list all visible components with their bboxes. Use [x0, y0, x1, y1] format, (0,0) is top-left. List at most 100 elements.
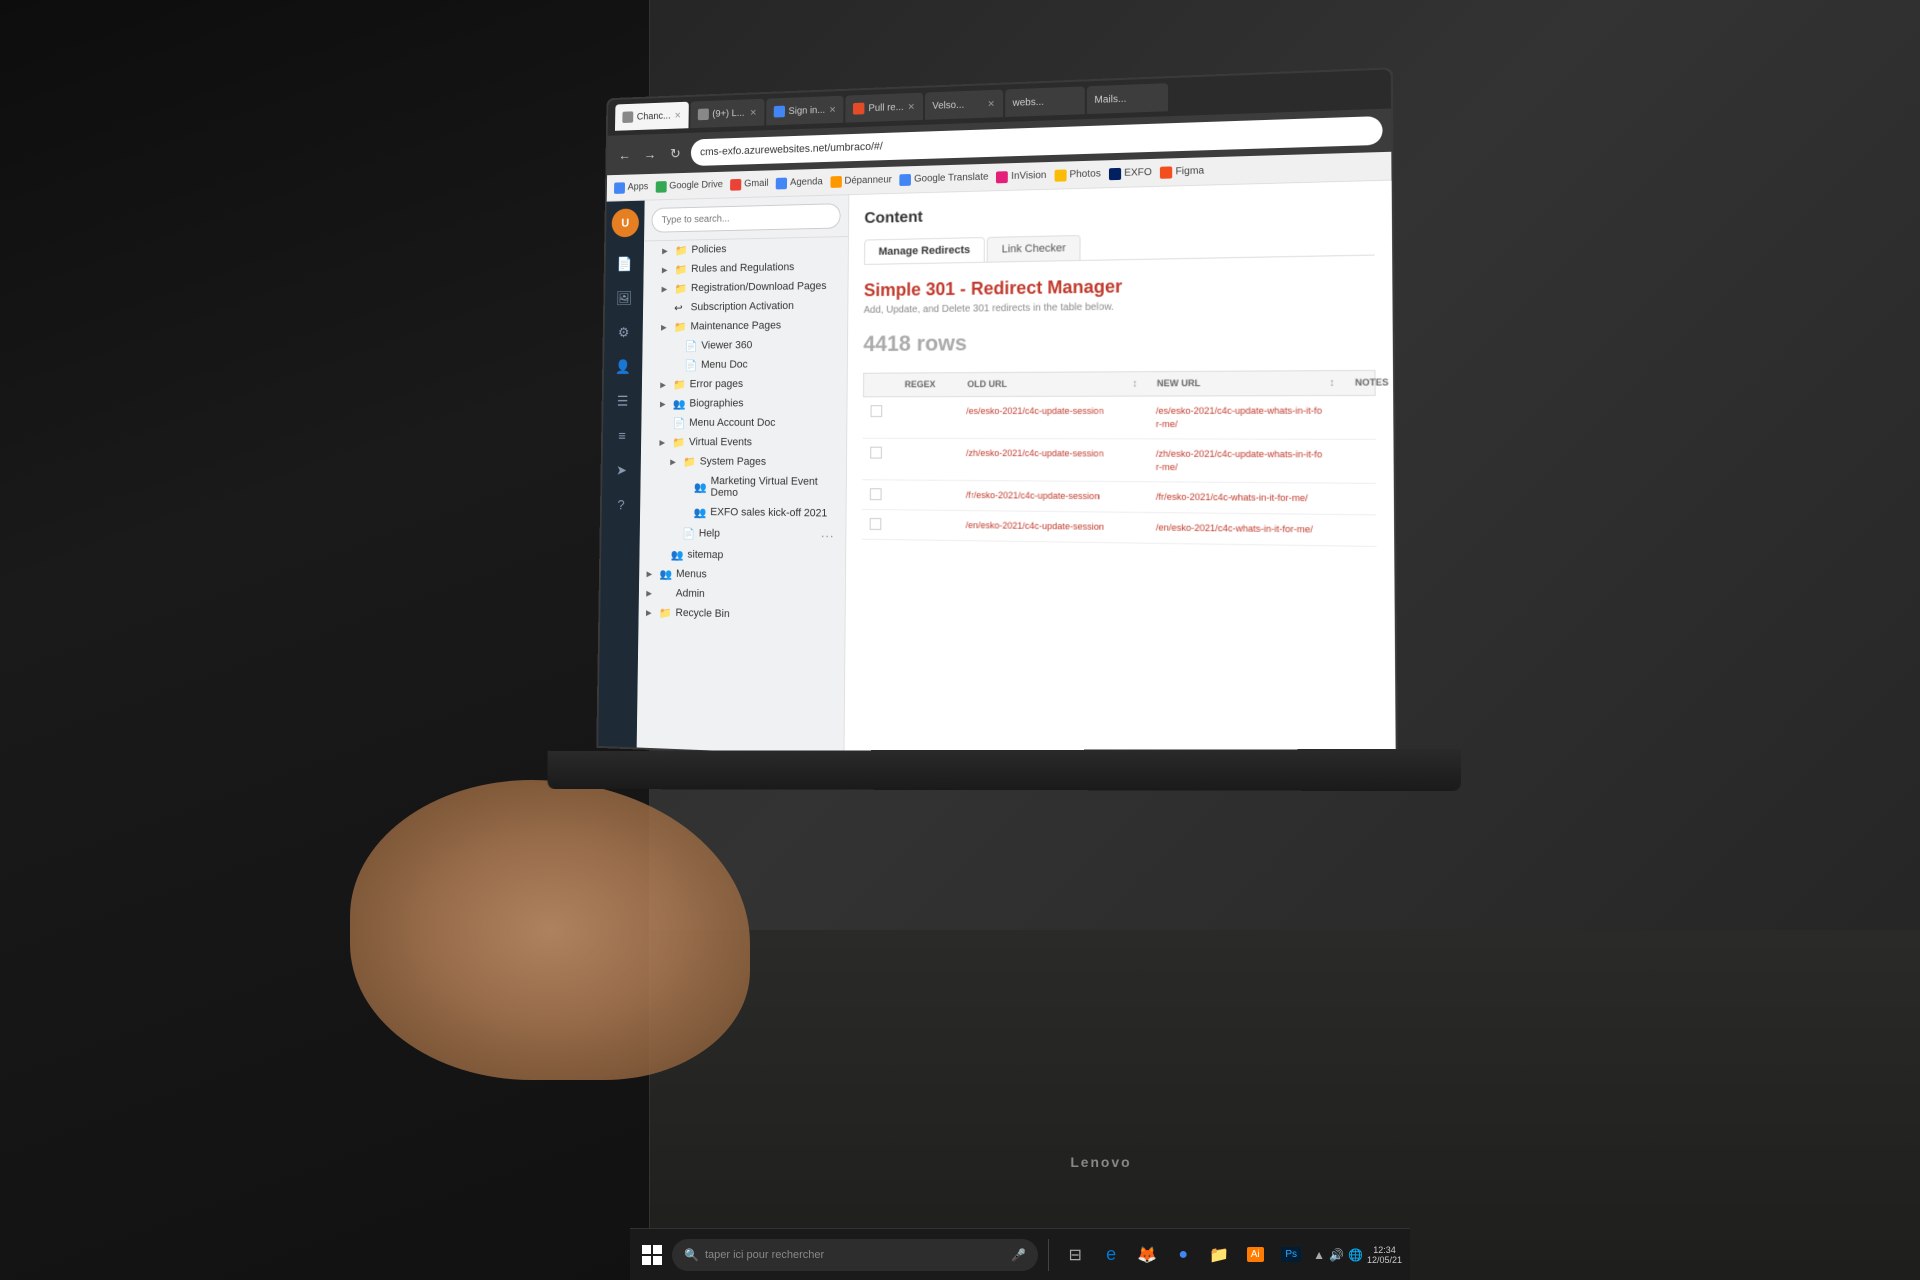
tree-label-menus: Menus	[676, 568, 837, 583]
bookmark-agenda[interactable]: Agenda	[776, 176, 823, 189]
tree-item-virtualevents[interactable]: ▶ 📁 Virtual Events	[641, 432, 846, 452]
person-silhouette	[0, 0, 650, 1280]
browser-tab-active[interactable]: Chanc... ✕	[615, 102, 689, 131]
bookmark-depanneur[interactable]: Dépanneur	[830, 174, 892, 187]
tree-arrow-biographies: ▶	[660, 399, 669, 408]
chrome-icon: ●	[1178, 1246, 1188, 1264]
taskbar-app-illustrator[interactable]: Ai	[1239, 1239, 1271, 1271]
col-header-regex: REGEX	[905, 379, 964, 390]
taskbar-mic-icon[interactable]: 🎤	[1011, 1248, 1026, 1262]
taskbar-search[interactable]: 🔍 taper ici pour rechercher 🎤	[672, 1239, 1038, 1271]
tree-item-subscription[interactable]: ↩ Subscription Activation	[643, 296, 848, 318]
reload-button[interactable]: ↻	[665, 143, 685, 165]
tab-close-5[interactable]: ✕	[987, 98, 994, 109]
row-new-url-3[interactable]: /fr/esko-2021/c4c-whats-in-it-for-me/	[1156, 491, 1325, 506]
tree-item-maintenance[interactable]: ▶ 📁 Maintenance Pages	[643, 315, 848, 337]
doc-icon-menudoc: 📄	[684, 359, 697, 371]
row-old-url-4[interactable]: /en/esko-2021/c4c-update-session	[966, 519, 1127, 534]
tree-item-menudoc[interactable]: 📄 Menu Doc	[642, 354, 847, 375]
windows-start-button[interactable]	[638, 1241, 666, 1269]
sys-tray-arrow[interactable]: ▲	[1313, 1248, 1325, 1262]
icon-menus: 👥	[659, 568, 672, 580]
folder-icon-maintenance: 📁	[674, 321, 687, 333]
sys-volume-icon[interactable]: 🔊	[1329, 1248, 1344, 1262]
taskbar-app-task-view[interactable]: ⊟	[1059, 1239, 1091, 1271]
row-checkbox-1[interactable]	[871, 405, 883, 417]
bookmark-figma[interactable]: Figma	[1160, 165, 1204, 178]
tree-item-exfosales[interactable]: 👥 EXFO sales kick-off 2021	[640, 502, 846, 524]
sidebar-icon-forms[interactable]: ☰	[606, 385, 639, 416]
tab-close-2[interactable]: ✕	[750, 107, 757, 118]
row-new-url-1[interactable]: /es/esko-2021/c4c-update-whats-in-it-for…	[1156, 404, 1324, 430]
bookmark-exfo[interactable]: EXFO	[1109, 166, 1152, 179]
browser-tab-2[interactable]: (9+) L... ✕	[690, 99, 764, 128]
table-row: /es/esko-2021/c4c-update-session /es/esk…	[863, 396, 1376, 440]
sidebar-icon-users[interactable]: 👤	[607, 351, 640, 382]
row-old-url-2[interactable]: /zh/esko-2021/c4c-update-session	[966, 447, 1127, 460]
tab-label-5: Velso...	[932, 99, 964, 111]
sidebar-icon-list[interactable]: ≡	[605, 420, 638, 451]
tree-item-menuaccountdoc[interactable]: 📄 Menu Account Doc	[641, 413, 846, 433]
tree-item-marketing[interactable]: 👥 Marketing Virtual Event Demo	[640, 471, 846, 504]
taskbar-app-explorer[interactable]: 📁	[1203, 1239, 1235, 1271]
sys-network-icon[interactable]: 🌐	[1348, 1248, 1363, 1262]
tree-context-menu[interactable]: ···	[817, 527, 838, 543]
sidebar-icon-settings[interactable]: ⚙	[607, 317, 640, 348]
tab-close-4[interactable]: ✕	[908, 101, 915, 112]
taskbar-app-chrome[interactable]: ●	[1167, 1239, 1199, 1271]
taskbar-search-text: taper ici pour rechercher	[705, 1249, 824, 1261]
doc-icon-viewer360: 📄	[685, 340, 698, 352]
tree-item-error[interactable]: ▶ 📁 Error pages	[642, 374, 847, 394]
browser-tab-5[interactable]: Velso... ✕	[924, 90, 1002, 120]
row-new-url-2[interactable]: /zh/esko-2021/c4c-update-whats-in-it-for…	[1156, 448, 1324, 475]
tab-close-3[interactable]: ✕	[829, 104, 836, 115]
bookmark-gmail[interactable]: Gmail	[730, 178, 768, 191]
bookmark-photos[interactable]: Photos	[1054, 168, 1100, 181]
forward-button[interactable]: →	[640, 143, 660, 164]
row-new-url-4[interactable]: /en/esko-2021/c4c-whats-in-it-for-me/	[1156, 521, 1325, 536]
app-content: U 📄 🖼 ⚙ 👤 ☰ ≡ ➤ ? ▶ 📁 Policies	[598, 181, 1396, 778]
sidebar-icon-content[interactable]: 📄	[608, 248, 641, 279]
bookmark-apps[interactable]: Apps	[614, 181, 648, 193]
sort-old-url[interactable]: ↕	[1132, 378, 1153, 389]
tree-item-help[interactable]: 📄 Help ···	[640, 521, 846, 547]
row-checkbox-3[interactable]	[870, 489, 882, 501]
browser-tab-7[interactable]: Mails...	[1086, 83, 1167, 114]
search-box	[644, 195, 848, 241]
icon-marketing: 👥	[694, 481, 707, 493]
tree-item-recycle[interactable]: ▶ 📁 Recycle Bin	[638, 602, 844, 626]
sort-new-url[interactable]: ↕	[1329, 377, 1351, 389]
row-checkbox-4[interactable]	[870, 518, 882, 530]
tree-item-biographies[interactable]: ▶ 👥 Biographies	[642, 393, 847, 413]
tree-arrow-registration: ▶	[662, 284, 671, 293]
table-row: /zh/esko-2021/c4c-update-session /zh/esk…	[862, 439, 1376, 484]
tab-label-7: Mails...	[1094, 93, 1126, 105]
sidebar-icon-deploy[interactable]: ➤	[605, 454, 638, 485]
clock-time: 12:34	[1367, 1245, 1402, 1255]
taskbar-app-firefox[interactable]: 🦊	[1131, 1239, 1163, 1271]
tree-label-recycle: Recycle Bin	[675, 607, 837, 623]
tree-item-systempages[interactable]: ▶ 📁 System Pages	[641, 452, 846, 473]
back-button[interactable]: ←	[614, 144, 634, 165]
row-old-url-1[interactable]: /es/esko-2021/c4c-update-session	[966, 405, 1127, 418]
bookmark-favicon-translate	[900, 173, 912, 185]
row-old-url-3[interactable]: /fr/esko-2021/c4c-update-session	[966, 489, 1127, 503]
tab-link-checker[interactable]: Link Checker	[987, 235, 1081, 262]
taskbar-app-edge[interactable]: e	[1095, 1239, 1127, 1271]
app-logo: U	[612, 208, 640, 237]
sidebar-icon-help[interactable]: ?	[604, 489, 637, 520]
search-input[interactable]	[651, 203, 840, 233]
sidebar-icon-media[interactable]: 🖼	[608, 282, 641, 313]
browser-tab-6[interactable]: webs...	[1005, 86, 1085, 117]
row-checkbox-2[interactable]	[870, 447, 882, 459]
tree-item-viewer360[interactable]: 📄 Viewer 360	[642, 335, 847, 356]
browser-tab-3[interactable]: Sign in... ✕	[766, 96, 844, 126]
taskbar-app-photoshop[interactable]: Ps	[1275, 1239, 1307, 1271]
bookmark-drive[interactable]: Google Drive	[655, 179, 722, 192]
bookmark-invision[interactable]: InVision	[996, 170, 1046, 183]
browser-tab-4[interactable]: Pull re... ✕	[845, 93, 922, 123]
tab-manage-redirects[interactable]: Manage Redirects	[864, 237, 985, 264]
tab-close-icon[interactable]: ✕	[674, 110, 681, 121]
tab-favicon-3	[773, 106, 784, 118]
bookmark-translate[interactable]: Google Translate	[900, 171, 989, 185]
